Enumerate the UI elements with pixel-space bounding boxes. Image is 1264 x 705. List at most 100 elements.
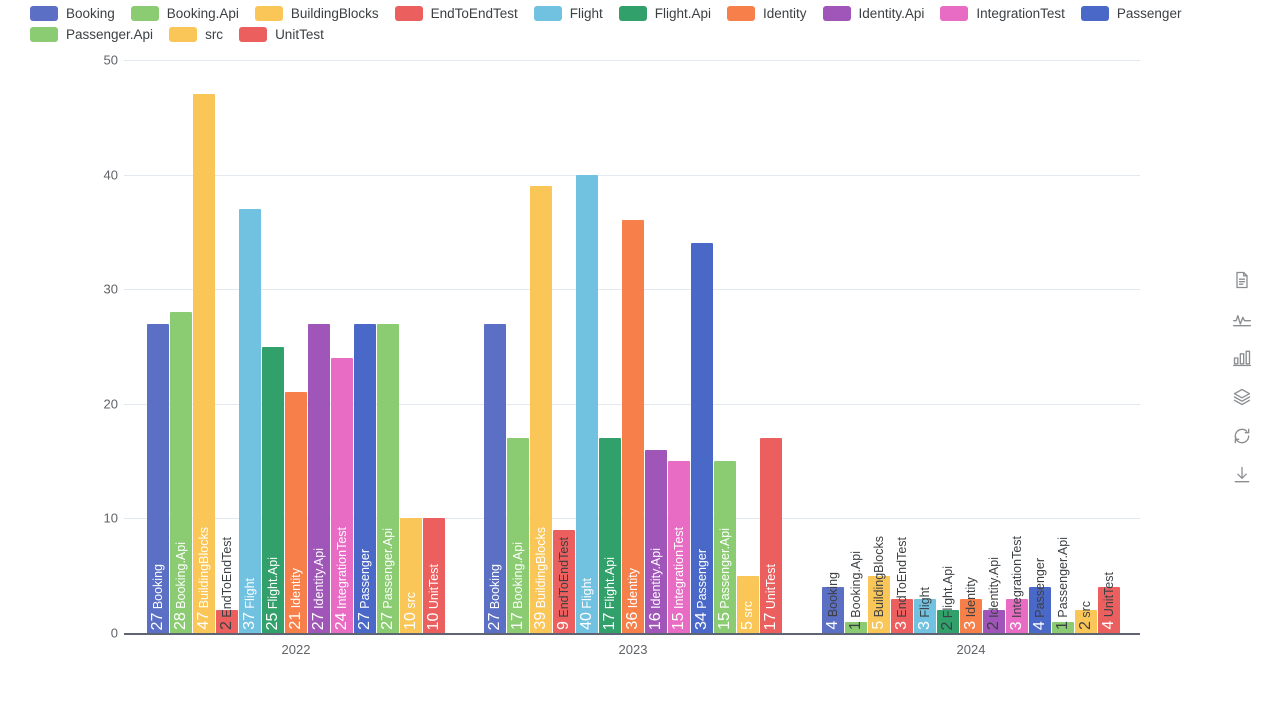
- bar[interactable]: [216, 610, 238, 633]
- legend-item[interactable]: Passenger: [1080, 6, 1182, 21]
- refresh-icon[interactable]: [1232, 426, 1252, 446]
- bar[interactable]: [891, 598, 913, 633]
- bar[interactable]: [507, 438, 529, 633]
- bar[interactable]: [622, 220, 644, 633]
- gridline: [124, 60, 1140, 61]
- bar[interactable]: [484, 323, 506, 633]
- legend-item[interactable]: UnitTest: [239, 27, 324, 42]
- y-axis-tick-label: 40: [103, 167, 118, 183]
- legend-swatch-icon: [940, 6, 969, 21]
- bar[interactable]: [530, 186, 552, 633]
- bar[interactable]: [576, 174, 598, 633]
- legend-item-label: Booking.Api: [166, 6, 239, 21]
- chart-toolbar: [1226, 270, 1258, 485]
- legend-item[interactable]: Flight.Api: [618, 6, 712, 21]
- y-axis-tick-label: 50: [103, 52, 118, 68]
- bar[interactable]: [170, 312, 192, 633]
- bar[interactable]: [645, 449, 667, 633]
- y-axis-tick-label: 30: [103, 281, 118, 297]
- bar[interactable]: [983, 610, 1005, 633]
- legend-item-label: Identity: [763, 6, 807, 21]
- legend-item-label: BuildingBlocks: [290, 6, 379, 21]
- legend-swatch-icon: [169, 27, 198, 42]
- bar[interactable]: [147, 323, 169, 633]
- bar[interactable]: [737, 575, 759, 633]
- bar[interactable]: [845, 621, 867, 633]
- bar[interactable]: [400, 518, 422, 633]
- document-icon[interactable]: [1232, 270, 1252, 290]
- legend-item[interactable]: IntegrationTest: [940, 6, 1065, 21]
- bar[interactable]: [331, 357, 353, 633]
- legend-item[interactable]: Flight: [533, 6, 603, 21]
- legend-swatch-icon: [727, 6, 756, 21]
- line-chart-icon[interactable]: [1232, 309, 1252, 329]
- legend-swatch-icon: [533, 6, 562, 21]
- bar-series-label: EndToEndTest: [220, 537, 234, 622]
- bar[interactable]: [308, 323, 330, 633]
- legend-swatch-icon: [254, 6, 283, 21]
- legend-item-label: Booking: [66, 6, 115, 21]
- bar[interactable]: [285, 392, 307, 633]
- legend-swatch-icon: [1080, 6, 1109, 21]
- legend-item[interactable]: Booking: [30, 6, 115, 21]
- bar[interactable]: [1029, 587, 1051, 633]
- bar[interactable]: [1006, 598, 1028, 633]
- x-axis-tick-label: 2022: [281, 642, 311, 657]
- bar[interactable]: [423, 518, 445, 633]
- bar[interactable]: [668, 461, 690, 633]
- legend-item-label: src: [205, 27, 224, 42]
- bar[interactable]: [599, 438, 621, 633]
- x-axis-tick-label: 2024: [956, 642, 986, 657]
- x-axis-tick-label: 2023: [618, 642, 648, 657]
- bar[interactable]: [239, 208, 261, 633]
- bar[interactable]: [193, 94, 215, 633]
- legend-item[interactable]: EndToEndTest: [394, 6, 518, 21]
- bar[interactable]: [354, 323, 376, 633]
- bar-label: 1 Passenger.Api: [1052, 537, 1074, 630]
- bar[interactable]: [868, 575, 890, 633]
- y-axis-tick-label: 0: [110, 625, 118, 641]
- legend-item[interactable]: Identity.Api: [822, 6, 925, 21]
- bar[interactable]: [1098, 587, 1120, 633]
- bar-chart-icon[interactable]: [1232, 348, 1252, 368]
- gridline: [124, 174, 1140, 176]
- bar[interactable]: [377, 323, 399, 633]
- bar[interactable]: [960, 598, 982, 633]
- legend-swatch-icon: [618, 6, 647, 21]
- chart-legend: Booking Booking.Api BuildingBlocks EndToEnd…: [30, 3, 1245, 45]
- download-icon[interactable]: [1232, 465, 1252, 485]
- x-axis-line: [124, 633, 1140, 635]
- bar[interactable]: [1075, 610, 1097, 633]
- legend-item[interactable]: BuildingBlocks: [254, 6, 379, 21]
- bar[interactable]: [822, 587, 844, 633]
- legend-swatch-icon: [30, 6, 58, 21]
- bar[interactable]: [714, 461, 736, 633]
- layers-icon[interactable]: [1232, 387, 1252, 407]
- bar[interactable]: [691, 243, 713, 633]
- bar-series-label: Booking.Api: [849, 550, 863, 622]
- legend-item[interactable]: Passenger.Api: [30, 27, 153, 42]
- legend-item[interactable]: src: [169, 27, 223, 42]
- legend-swatch-icon: [822, 6, 851, 21]
- bar[interactable]: [262, 346, 284, 633]
- y-axis-tick-label: 20: [103, 396, 118, 412]
- legend-item-label: IntegrationTest: [976, 6, 1065, 21]
- bar[interactable]: [553, 529, 575, 633]
- bar[interactable]: [914, 598, 936, 633]
- bar[interactable]: [1052, 621, 1074, 633]
- legend-item-label: Identity.Api: [858, 6, 925, 21]
- legend-item-label: Flight.Api: [654, 6, 712, 21]
- legend-item-label: Flight: [569, 6, 603, 21]
- legend-swatch-icon: [239, 27, 268, 42]
- y-axis-tick-label: 10: [103, 510, 118, 526]
- legend-item-label: UnitTest: [275, 27, 324, 42]
- legend-swatch-icon: [30, 27, 58, 42]
- legend-item-label: EndToEndTest: [430, 6, 518, 21]
- bar-label: 1 Booking.Api: [845, 551, 867, 630]
- legend-item-label: Passenger: [1116, 6, 1182, 21]
- legend-item[interactable]: Identity: [727, 6, 807, 21]
- legend-item[interactable]: Booking.Api: [130, 6, 239, 21]
- bar[interactable]: [760, 438, 782, 633]
- bar[interactable]: [937, 610, 959, 633]
- legend-item-label: Passenger.Api: [66, 27, 154, 42]
